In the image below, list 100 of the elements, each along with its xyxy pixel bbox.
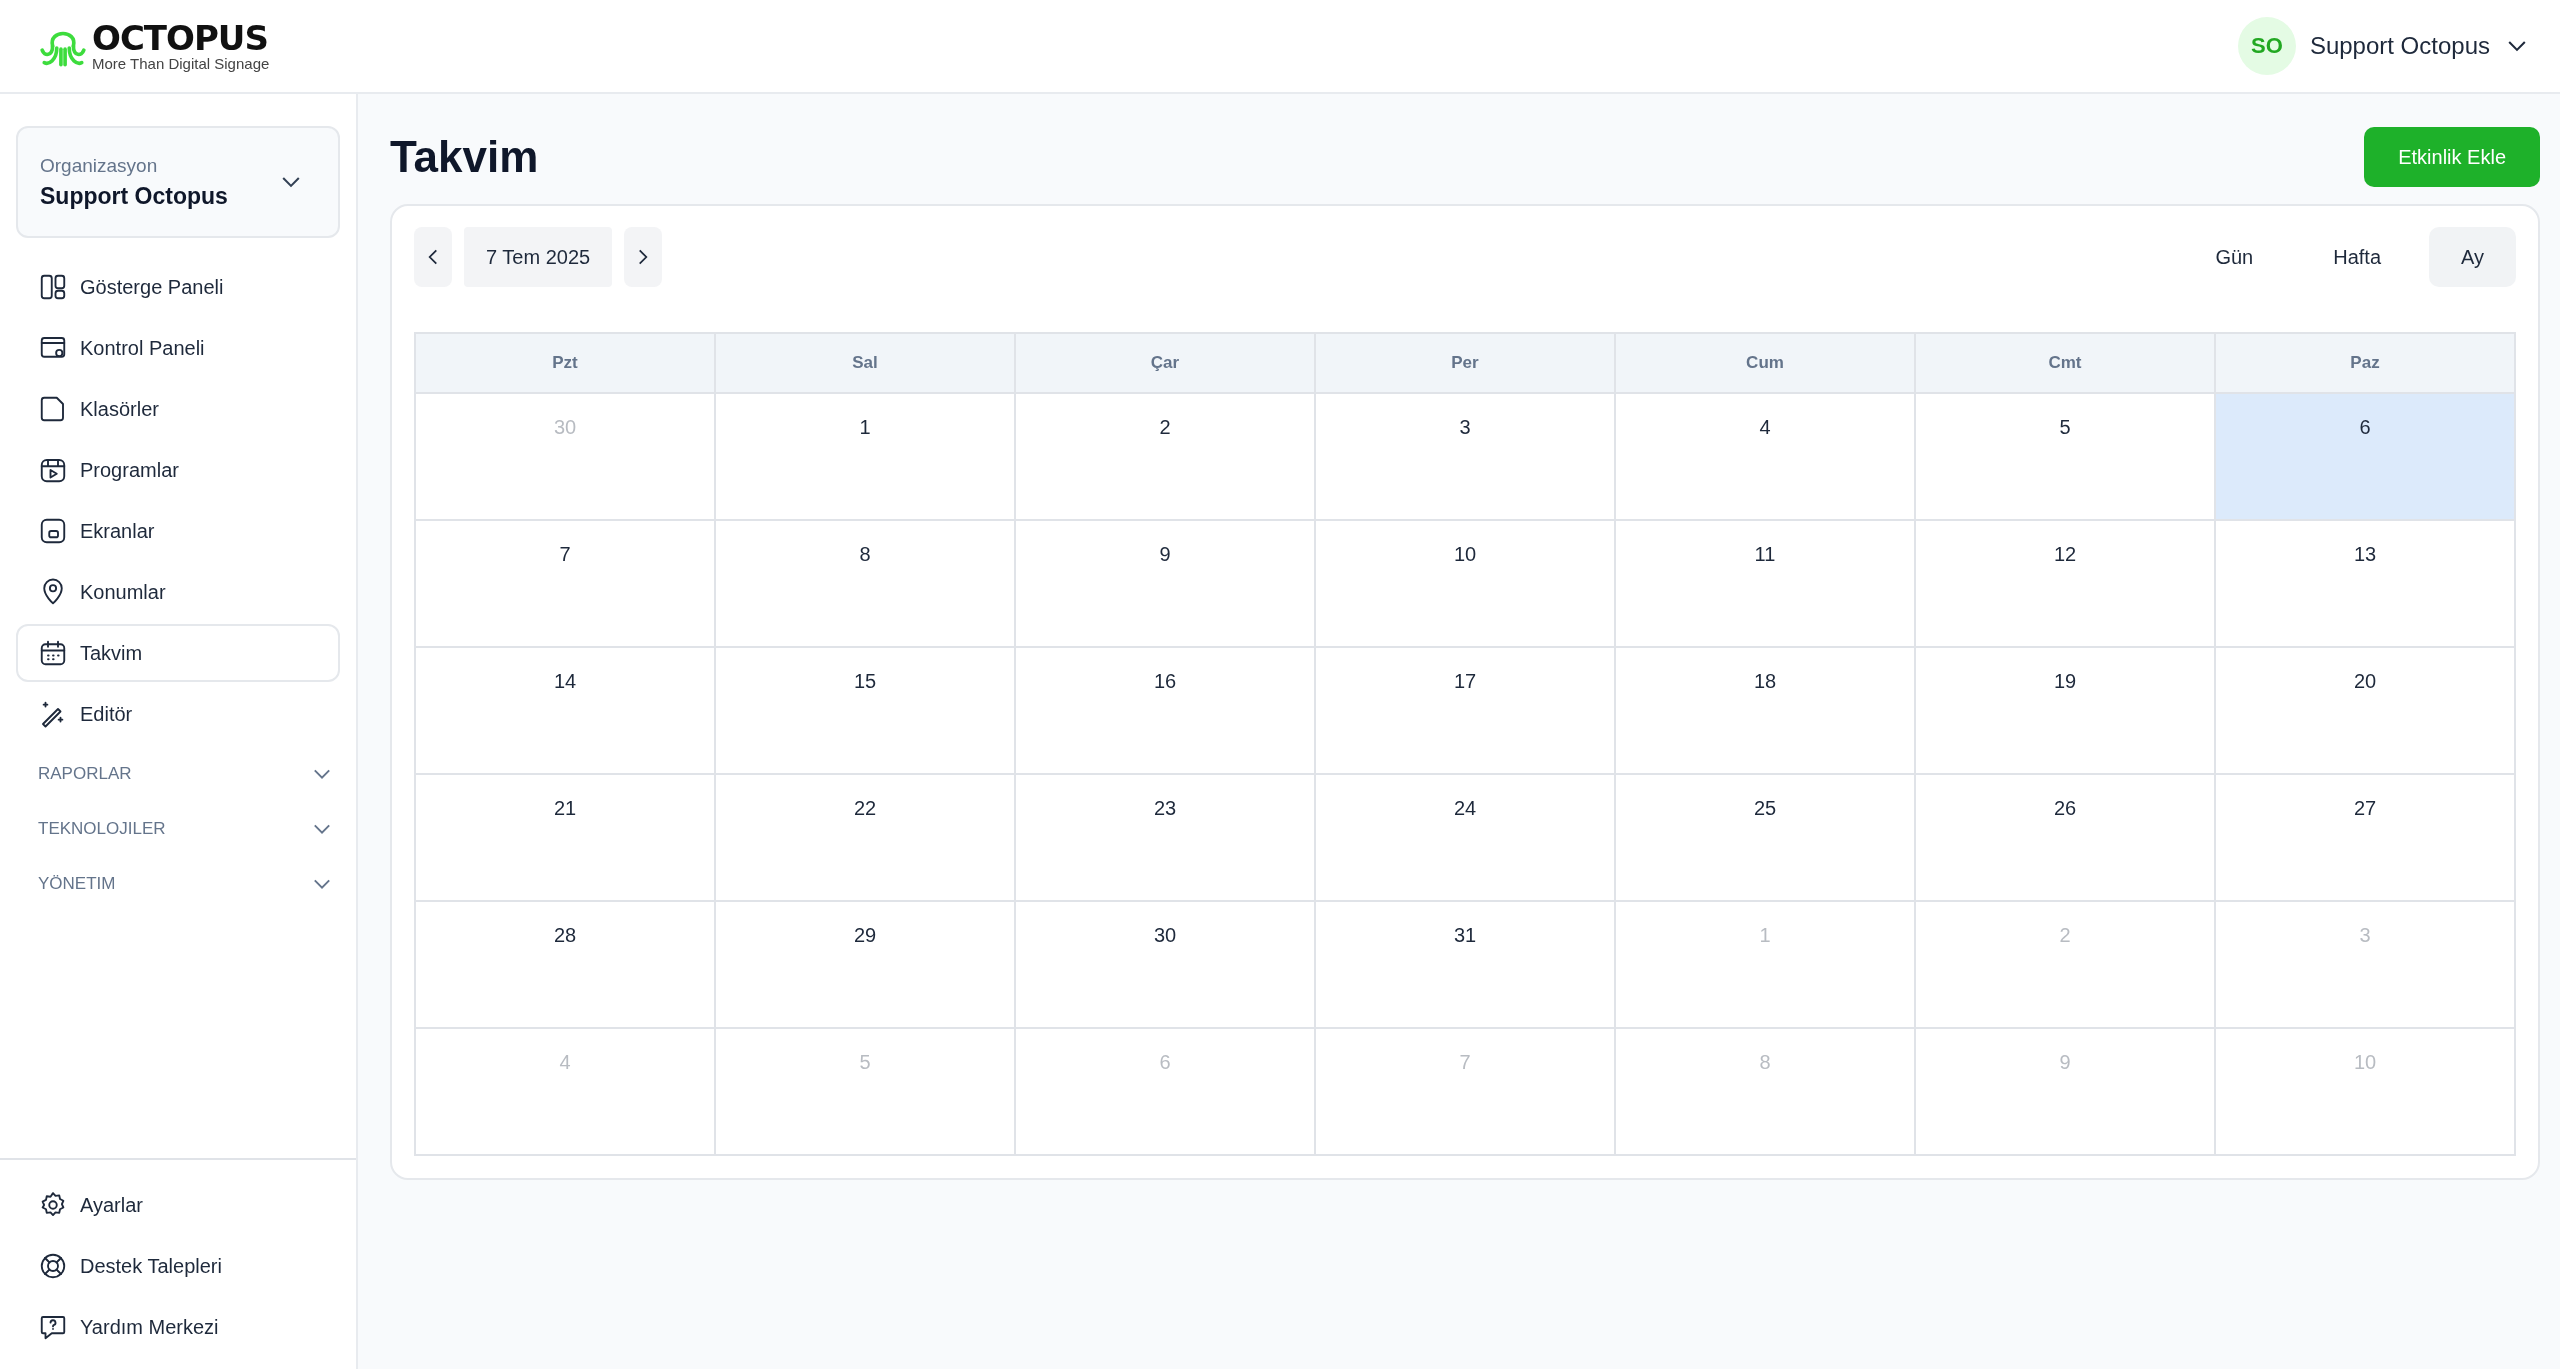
day-cell[interactable]: 16 — [1016, 648, 1316, 775]
day-number: 21 — [553, 797, 577, 821]
day-cell[interactable]: 11 — [1616, 521, 1916, 648]
day-cell[interactable]: 28 — [416, 902, 716, 1029]
user-menu[interactable]: SO Support Octopus — [2231, 16, 2536, 76]
day-cell[interactable]: 24 — [1316, 775, 1616, 902]
sidebar-item[interactable]: Editör — [16, 685, 340, 743]
day-number: 28 — [553, 924, 577, 948]
day-number: 14 — [553, 670, 577, 694]
sidebar-item[interactable]: Gösterge Paneli — [16, 258, 340, 316]
weekday-header: Pzt — [416, 334, 716, 394]
day-number: 25 — [1753, 797, 1777, 821]
calendar-icon — [38, 638, 68, 668]
day-cell[interactable]: 30 — [1016, 902, 1316, 1029]
day-cell[interactable]: 1 — [716, 394, 1016, 521]
day-number: 4 — [559, 1051, 571, 1075]
day-cell[interactable]: 10 — [1316, 521, 1616, 648]
user-avatar: SO — [2237, 17, 2296, 75]
day-cell[interactable]: 3 — [1316, 394, 1616, 521]
day-number: 9 — [2059, 1051, 2071, 1075]
day-cell[interactable]: 4 — [1616, 394, 1916, 521]
day-cell[interactable]: 13 — [2216, 521, 2516, 648]
sidebar-item[interactable]: Yardım Merkezi — [16, 1298, 340, 1356]
day-number: 16 — [1153, 670, 1177, 694]
organization-selector[interactable]: Organizasyon Support Octopus — [16, 126, 340, 238]
weekday-header: Paz — [2216, 334, 2516, 394]
day-cell[interactable]: 25 — [1616, 775, 1916, 902]
day-cell[interactable]: 9 — [1016, 521, 1316, 648]
day-number: 3 — [2359, 924, 2371, 948]
lifebuoy-icon — [38, 1251, 68, 1281]
view-tab[interactable]: Hafta — [2301, 227, 2413, 287]
day-number: 15 — [853, 670, 877, 694]
day-cell[interactable]: 27 — [2216, 775, 2516, 902]
sidebar-item[interactable]: Takvim — [16, 624, 340, 682]
day-cell[interactable]: 22 — [716, 775, 1016, 902]
sidebar-item[interactable]: Kontrol Paneli — [16, 319, 340, 377]
day-number: 29 — [853, 924, 877, 948]
sidebar-section[interactable]: TEKNOLOJILER — [16, 801, 340, 856]
day-cell[interactable]: 19 — [1916, 648, 2216, 775]
view-tab[interactable]: Ay — [2429, 227, 2516, 287]
weekday-header: Cmt — [1916, 334, 2216, 394]
day-cell[interactable]: 18 — [1616, 648, 1916, 775]
day-number: 11 — [1754, 543, 1776, 567]
view-tab[interactable]: Gün — [2183, 227, 2286, 287]
day-cell[interactable]: 7 — [416, 521, 716, 648]
day-number: 23 — [1153, 797, 1177, 821]
day-cell[interactable]: 2 — [1016, 394, 1316, 521]
screen-icon — [38, 516, 68, 546]
day-number: 8 — [859, 543, 871, 567]
day-number: 4 — [1759, 416, 1771, 440]
day-number: 31 — [1453, 924, 1477, 948]
day-cell[interactable]: 29 — [716, 902, 1016, 1029]
next-button[interactable] — [624, 227, 663, 287]
day-number: 2 — [1159, 416, 1171, 440]
day-cell[interactable]: 8 — [716, 521, 1016, 648]
layout-icon — [38, 272, 68, 302]
day-number: 18 — [1753, 670, 1777, 694]
day-cell[interactable]: 26 — [1916, 775, 2216, 902]
day-cell[interactable]: 17 — [1316, 648, 1616, 775]
day-number: 19 — [2053, 670, 2077, 694]
sidebar-section[interactable]: YÖNETIM — [16, 856, 340, 911]
day-cell[interactable]: 21 — [416, 775, 716, 902]
logo-tagline: More Than Digital Signage — [92, 56, 270, 72]
day-number: 30 — [1153, 924, 1177, 948]
day-number: 5 — [859, 1051, 871, 1075]
day-number: 8 — [1759, 1051, 1771, 1075]
sidebar-item[interactable]: Programlar — [16, 441, 340, 499]
day-number: 2 — [2059, 924, 2071, 948]
day-number: 5 — [2059, 416, 2071, 440]
page-title: Takvim — [390, 132, 539, 182]
day-cell[interactable]: 5 — [1916, 394, 2216, 521]
day-cell[interactable]: 15 — [716, 648, 1016, 775]
sidebar-section[interactable]: RAPORLAR — [16, 746, 340, 801]
current-date-button[interactable]: 7 Tem 2025 — [464, 227, 613, 287]
day-number: 26 — [2053, 797, 2077, 821]
day-number: 30 — [553, 416, 577, 440]
day-number: 24 — [1453, 797, 1477, 821]
day-cell[interactable]: 14 — [416, 648, 716, 775]
day-cell[interactable]: 12 — [1916, 521, 2216, 648]
day-number: 13 — [2353, 543, 2377, 567]
previous-button[interactable] — [414, 227, 452, 287]
day-number: 10 — [2353, 1051, 2377, 1075]
day-cell[interactable]: 20 — [2216, 648, 2516, 775]
day-number: 6 — [1159, 1051, 1171, 1075]
day-cell[interactable]: 31 — [1316, 902, 1616, 1029]
sidebar-item[interactable]: Klasörler — [16, 380, 340, 438]
day-number: 1 — [1759, 924, 1771, 948]
weekday-header: Çar — [1016, 334, 1316, 394]
weekday-header: Sal — [716, 334, 1016, 394]
sidebar-item[interactable]: Ayarlar — [16, 1176, 340, 1234]
sidebar-item[interactable]: Ekranlar — [16, 502, 340, 560]
day-cell[interactable]: 6 — [2216, 394, 2516, 521]
sidebar-item[interactable]: Destek Talepleri — [16, 1237, 340, 1295]
day-number: 20 — [2353, 670, 2377, 694]
day-number: 6 — [2359, 416, 2371, 440]
day-number: 17 — [1453, 670, 1477, 694]
sidebar-item[interactable]: Konumlar — [16, 563, 340, 621]
day-cell[interactable]: 23 — [1016, 775, 1316, 902]
day-number: 3 — [1459, 416, 1471, 440]
day-number: 10 — [1453, 543, 1477, 567]
